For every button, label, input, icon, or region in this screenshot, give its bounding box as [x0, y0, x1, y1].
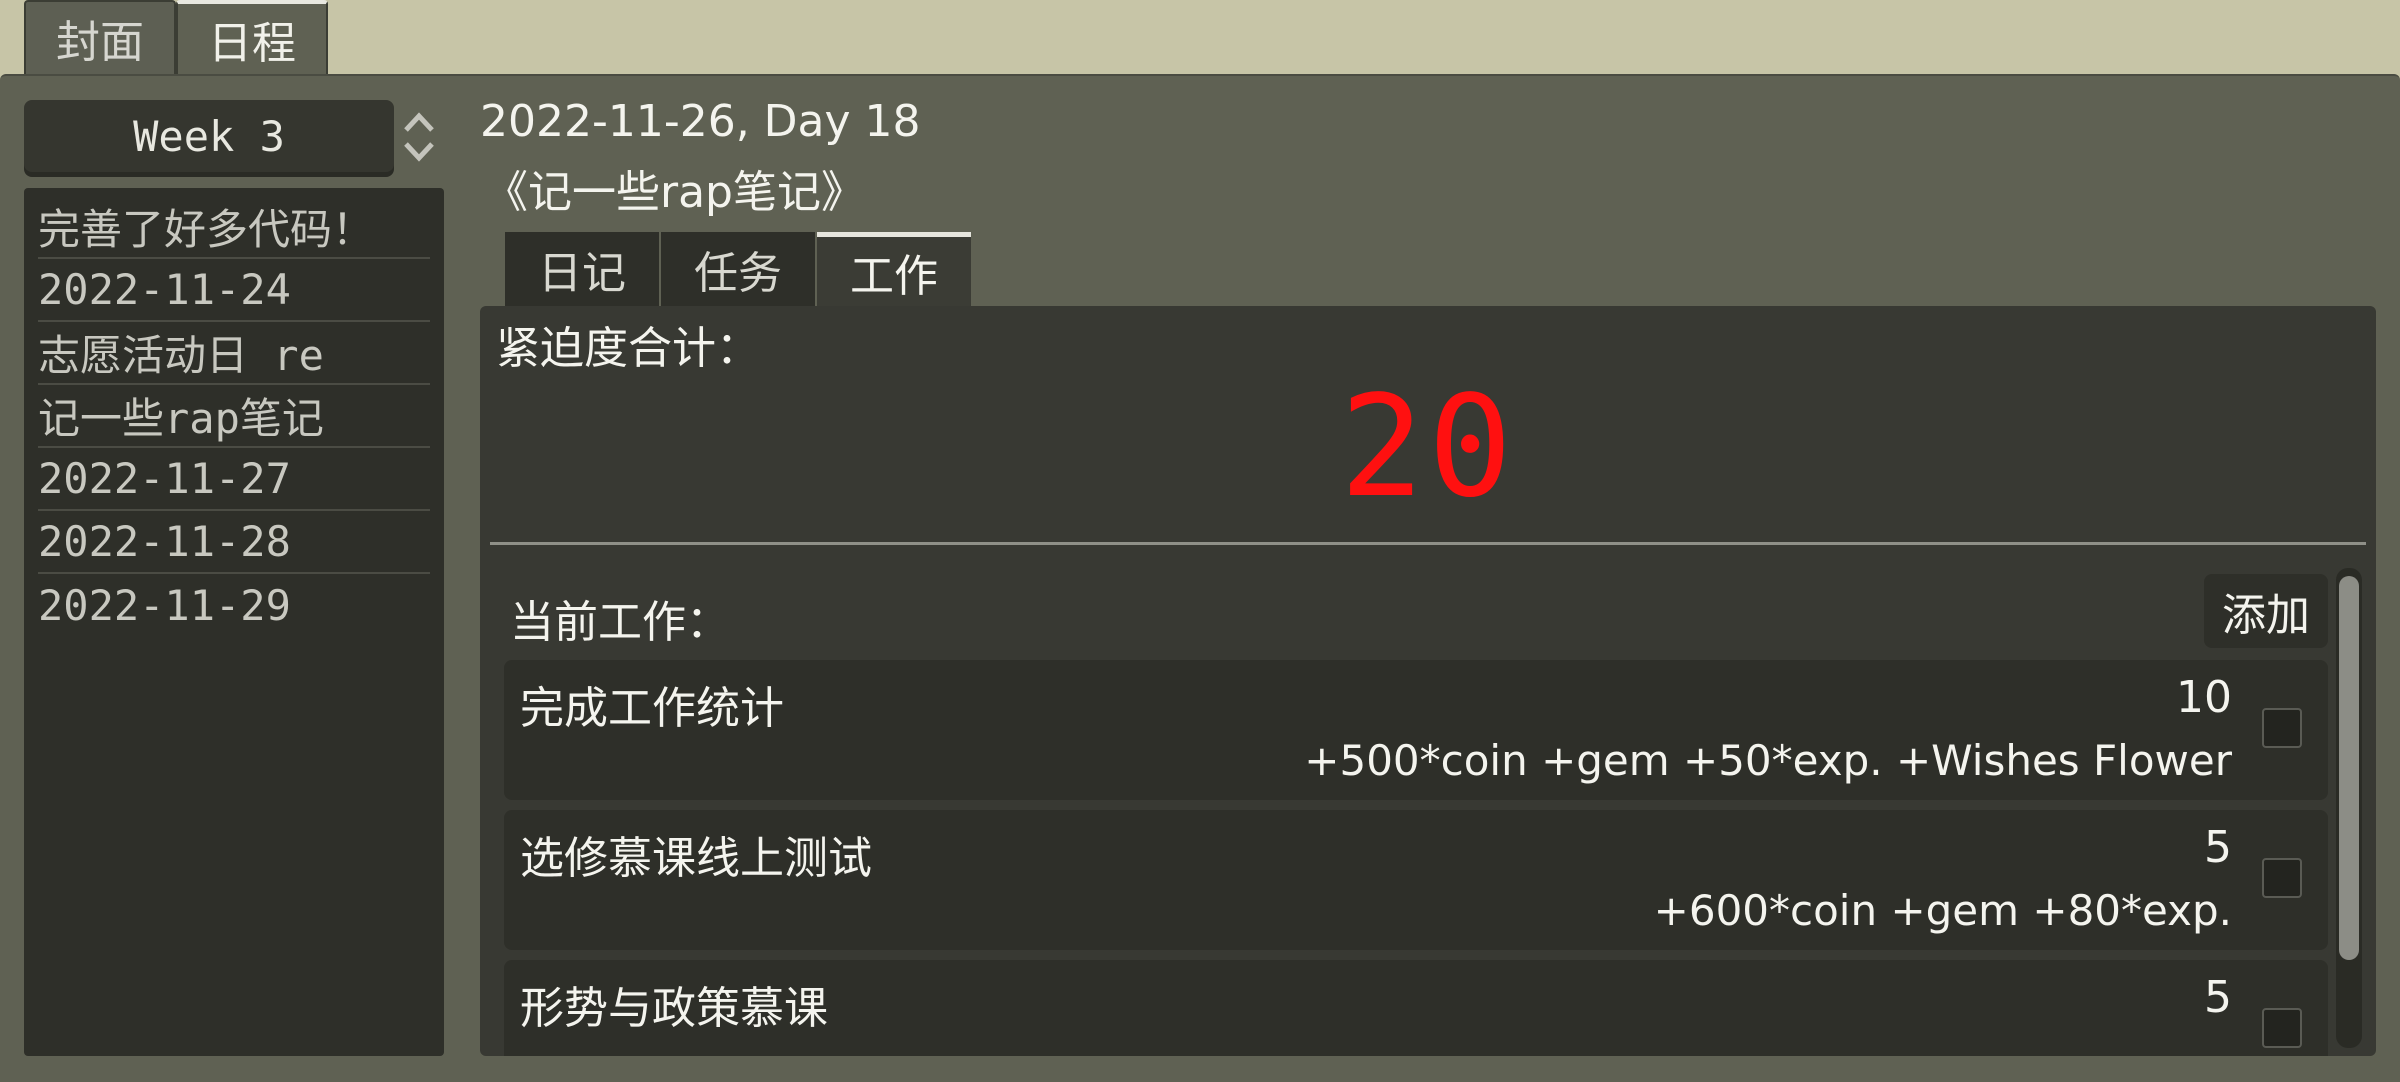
work-list: 完成工作统计 10 +500*coin +gem +50*exp. +Wishe… [504, 660, 2328, 1056]
work-item: 形势与政策慕课 5 [504, 960, 2328, 1056]
work-list-scrollbar[interactable] [2336, 568, 2362, 1048]
day-date-heading: 2022-11-26, Day 18 [480, 96, 921, 147]
divider [490, 542, 2366, 545]
tab-work[interactable]: 工作 [817, 232, 971, 306]
day-list: 完善了好多代码！ 2022-11-24 志愿活动日 re 记一些rap笔记 20… [24, 188, 444, 1056]
checkbox-icon[interactable] [2262, 708, 2302, 748]
list-item[interactable]: 2022-11-29 [38, 574, 430, 637]
tab-tasks[interactable]: 任务 [661, 232, 815, 306]
list-item[interactable]: 完善了好多代码！ [38, 196, 430, 259]
week-selector[interactable]: Week 3 [24, 100, 394, 172]
list-item[interactable]: 志愿活动日 re [38, 322, 430, 385]
work-rewards: +500*coin +gem +50*exp. +Wishes Flower [1304, 736, 2232, 785]
current-work-label: 当前工作： [510, 597, 730, 648]
list-item[interactable]: 记一些rap笔记 [38, 385, 430, 448]
urgency-total-value: 20 [1339, 366, 1517, 529]
day-title: 《记一些rap笔记》 [484, 167, 865, 218]
list-item[interactable]: 2022-11-28 [38, 511, 430, 574]
work-name: 选修慕课线上测试 [520, 833, 872, 884]
scrollbar-thumb[interactable] [2339, 576, 2359, 960]
work-urgency: 5 [2204, 822, 2232, 873]
list-item[interactable]: 2022-11-27 [38, 448, 430, 511]
work-name: 形势与政策慕课 [520, 983, 828, 1034]
tab-schedule[interactable]: 日程 [176, 0, 328, 74]
work-urgency: 5 [2204, 972, 2232, 1023]
list-item[interactable]: 2022-11-24 [38, 259, 430, 322]
top-tab-bar: 封面 日程 [24, 0, 328, 74]
add-work-button[interactable]: 添加 [2204, 574, 2328, 648]
up-down-chevron-icon[interactable] [398, 106, 440, 168]
schedule-panel: Week 3 完善了好多代码！ 2022-11-24 志愿活动日 re 记一些r… [0, 74, 2400, 1082]
inner-tab-bar: 日记 任务 工作 [505, 232, 973, 306]
checkbox-icon[interactable] [2262, 858, 2302, 898]
work-rewards: +600*coin +gem +80*exp. [1653, 886, 2232, 935]
work-content: 紧迫度合计： 20 当前工作： 添加 完成工作统计 10 +500*coin +… [480, 306, 2376, 1056]
work-urgency: 10 [2176, 672, 2232, 723]
work-item: 选修慕课线上测试 5 +600*coin +gem +80*exp. [504, 810, 2328, 950]
work-item: 完成工作统计 10 +500*coin +gem +50*exp. +Wishe… [504, 660, 2328, 800]
work-name: 完成工作统计 [520, 683, 784, 734]
tab-diary[interactable]: 日记 [505, 232, 659, 306]
tab-cover[interactable]: 封面 [24, 0, 176, 74]
checkbox-icon[interactable] [2262, 1008, 2302, 1048]
